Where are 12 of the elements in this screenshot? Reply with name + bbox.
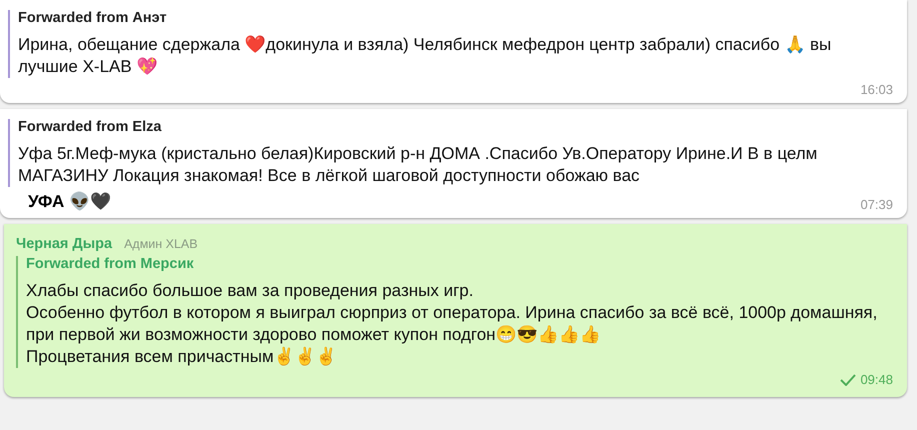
message-time: 07:39: [860, 197, 893, 212]
message-time: 16:03: [860, 82, 893, 97]
forwarded-from[interactable]: Forwarded from Анэт: [18, 10, 893, 26]
message-text: Процветания всем причастным✌✌✌: [26, 346, 338, 368]
message-text: Ирина, обещание сдержала ❤докинула и взяла) Челябинск мефедрон центр забрали) спасибо 🙏 вы лучшие X-LAB 💖: [18, 34, 832, 78]
sender-role: Админ XLAB: [124, 237, 198, 251]
message-time: 09:48: [860, 372, 893, 387]
forwarded-from[interactable]: Forwarded from Elza: [18, 119, 893, 135]
signature-text: УФА 👽🖤: [28, 191, 112, 212]
message-text: Уфа 5г.Меф-мука (кристально белая)Кировский р-н ДОМА .Спасибо Ув.Оператору Ирине.И В в целм МАГАЗИНУ Локация знакомая! Все в лёгкой шаговой доступности обожаю вас: [18, 143, 818, 187]
message-text: Хлабы спасибо большое вам за проведения разных игр.: [26, 280, 474, 302]
message-text: Особенно футбол в котором я выиграл сюрприз от оператора. Ирина спасибо за всё всё, 1000р домашняя, при первой жи возможности здорово поможет купон подгон😁😎👍👍👍: [26, 302, 878, 346]
